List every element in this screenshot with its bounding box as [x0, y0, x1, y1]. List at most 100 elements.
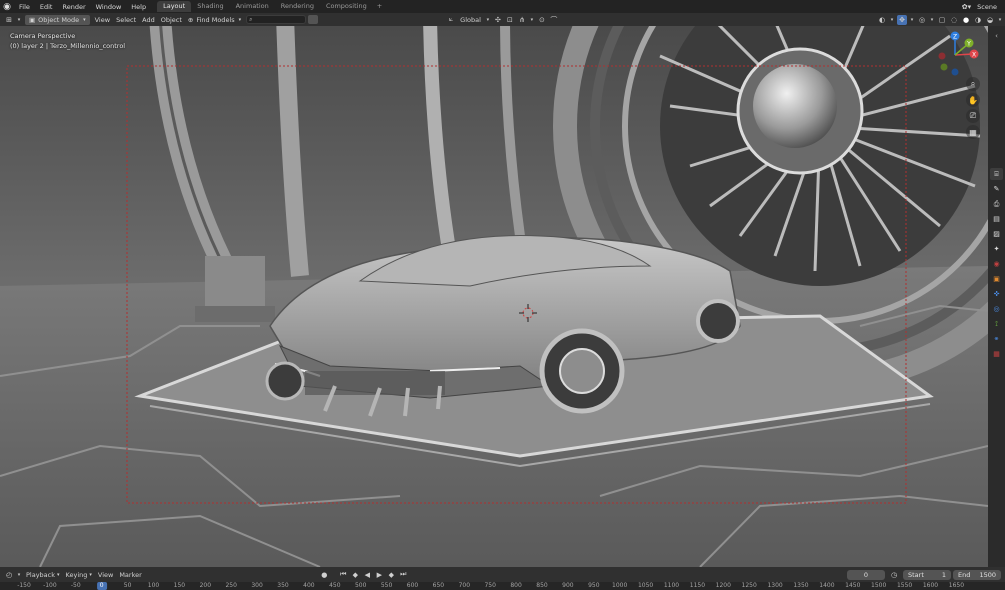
tab-layout[interactable]: Layout	[157, 1, 192, 12]
menu-keying[interactable]: Keying ▾	[63, 570, 95, 580]
ruler-frame-number: 300	[251, 582, 263, 589]
modifier-properties-icon[interactable]: ✜	[990, 288, 1003, 300]
ruler-frame-number: 1300	[767, 582, 783, 589]
add-workspace-button[interactable]: +	[373, 1, 386, 12]
current-frame-value: 0	[863, 570, 869, 579]
ruler-frame-number: 50	[123, 582, 132, 589]
ruler-frame-number: 1150	[689, 582, 706, 589]
material-shading-icon[interactable]: ◑	[973, 15, 983, 25]
chevron-down-icon[interactable]: ▾	[16, 15, 22, 25]
physics-icon[interactable]: ⟟	[990, 318, 1003, 330]
ruler-frame-number: 700	[458, 582, 471, 589]
perspective-toggle-icon[interactable]: ▦	[966, 125, 980, 139]
chevron-down-icon[interactable]: ▾	[889, 15, 895, 25]
texture-properties-icon[interactable]: ▦	[990, 348, 1003, 360]
ruler-frame-number: 750	[484, 582, 496, 589]
scene-name[interactable]: Scene	[977, 3, 997, 11]
tab-rendering[interactable]: Rendering	[275, 1, 320, 12]
view-layer-icon[interactable]: ▨	[990, 228, 1003, 240]
search-input[interactable]: ⌕	[246, 15, 307, 24]
chevron-down-icon: ▾	[57, 571, 60, 578]
ruler-frame-number: -50	[70, 582, 81, 589]
falloff-icon[interactable]: ⌒	[549, 15, 559, 25]
chevron-down-icon[interactable]: ▾	[909, 15, 915, 25]
blender-logo-icon[interactable]: ◉	[0, 0, 14, 13]
render-properties-icon[interactable]: ⎙	[990, 198, 1003, 210]
gizmo-toggle-icon[interactable]: ✥	[897, 14, 907, 25]
camera-view-icon[interactable]: ⎚	[966, 109, 980, 123]
start-frame-field[interactable]: Start 1	[903, 569, 951, 580]
menu-select[interactable]: Select	[113, 15, 139, 25]
start-value: 1	[941, 570, 946, 579]
stopwatch-icon[interactable]: ◷	[889, 570, 899, 580]
wrench-tool-icon[interactable]: ✎	[990, 183, 1003, 195]
output-properties-icon[interactable]: ▤	[990, 213, 1003, 225]
pivot-point-icon[interactable]: ✣	[493, 15, 503, 25]
transform-orientation-icon[interactable]: ⟀	[446, 15, 456, 25]
end-frame-field[interactable]: End 1500	[953, 569, 1001, 580]
jump-end-icon[interactable]: ⏭	[399, 570, 408, 579]
menu-window[interactable]: Window	[91, 3, 127, 11]
tab-animation[interactable]: Animation	[230, 1, 275, 12]
menu-view[interactable]: View	[95, 570, 116, 580]
viewport-header: ⊞ ▾ ▣ Object Mode ▾ View Select Add Obje…	[0, 13, 1005, 26]
pan-hand-icon[interactable]: ✋	[966, 93, 980, 107]
wireframe-shading-icon[interactable]: ◌	[949, 15, 959, 25]
chevron-down-icon[interactable]: ▾	[485, 15, 491, 25]
chevron-down-icon[interactable]: ▾	[997, 15, 1003, 25]
ruler-frame-number: 250	[225, 582, 237, 589]
3d-viewport[interactable]: Camera Perspective (0) layer 2 | Terzo_M…	[0, 26, 988, 567]
ruler-frame-number: 200	[199, 582, 212, 589]
menu-object[interactable]: Object	[158, 15, 185, 25]
rendered-shading-icon[interactable]: ◒	[985, 15, 995, 25]
object-properties-icon[interactable]: ▣	[990, 273, 1003, 285]
scene-properties-icon[interactable]: ✦	[990, 243, 1003, 255]
menu-playback[interactable]: Playback ▾	[23, 570, 63, 580]
overlays-icon[interactable]: ◎	[917, 15, 927, 25]
constraints-icon[interactable]: ⚭	[990, 333, 1003, 345]
clock-icon[interactable]: ◴	[4, 570, 14, 580]
chevron-down-icon: ▾	[83, 16, 86, 23]
chevron-down-icon[interactable]: ▾	[529, 15, 535, 25]
zoom-icon[interactable]: ⌕	[966, 77, 980, 91]
particles-icon[interactable]: ◎	[990, 303, 1003, 315]
prev-keyframe-icon[interactable]: ◆	[351, 570, 360, 579]
menu-file[interactable]: File	[14, 3, 35, 11]
collapse-arrow-icon[interactable]: ‹	[990, 30, 1003, 42]
object-mode-icon: ▣	[29, 15, 36, 24]
proportional-edit-icon[interactable]: ⊙	[537, 15, 547, 25]
orientation-dropdown[interactable]: Global	[457, 15, 484, 25]
snap-target-icon[interactable]: ⋔	[517, 15, 527, 25]
next-keyframe-icon[interactable]: ◆	[387, 570, 396, 579]
menu-render[interactable]: Render	[57, 3, 90, 11]
play-icon[interactable]: ▶	[375, 570, 384, 579]
editor-type-icon[interactable]: ⊞	[4, 15, 14, 25]
menu-view[interactable]: View	[92, 15, 113, 25]
current-frame-field[interactable]: 0	[847, 569, 885, 580]
timeline-ruler[interactable]: -150 -100 -50 0 50 100 150 200 250 300 350 400 450 50…	[0, 582, 1005, 590]
record-icon[interactable]: ●	[320, 570, 329, 579]
mode-selector[interactable]: ▣ Object Mode ▾	[25, 14, 90, 25]
scene-icon[interactable]: ✿▾	[962, 3, 971, 11]
snap-icon[interactable]: ⊡	[505, 15, 515, 25]
ruler-frame-number: 1000	[612, 582, 628, 589]
tab-shading[interactable]: Shading	[191, 1, 229, 12]
menu-add[interactable]: Add	[139, 15, 158, 25]
search-options-button[interactable]	[308, 15, 319, 24]
chevron-down-icon[interactable]: ▾	[929, 15, 935, 25]
chevron-down-icon[interactable]: ▾	[16, 570, 22, 580]
solid-shading-icon[interactable]: ●	[961, 15, 971, 25]
tab-compositing[interactable]: Compositing	[320, 1, 373, 12]
visibility-icon[interactable]: ◐	[877, 15, 887, 25]
menu-help[interactable]: Help	[126, 3, 151, 11]
world-properties-icon[interactable]: ◉	[990, 258, 1003, 270]
tool-tab-icon[interactable]: ⌸	[990, 168, 1003, 180]
play-reverse-icon[interactable]: ◀	[363, 570, 372, 579]
xray-icon[interactable]: ▢	[937, 15, 947, 25]
jump-start-icon[interactable]: ⏮	[339, 570, 348, 579]
ruler-frame-number: -150	[17, 582, 31, 589]
menu-marker[interactable]: Marker	[116, 570, 144, 580]
menu-edit[interactable]: Edit	[35, 3, 58, 11]
find-models-button[interactable]: ⊕ Find Models ▾	[185, 15, 244, 25]
globe-icon: ⊕	[187, 15, 194, 24]
